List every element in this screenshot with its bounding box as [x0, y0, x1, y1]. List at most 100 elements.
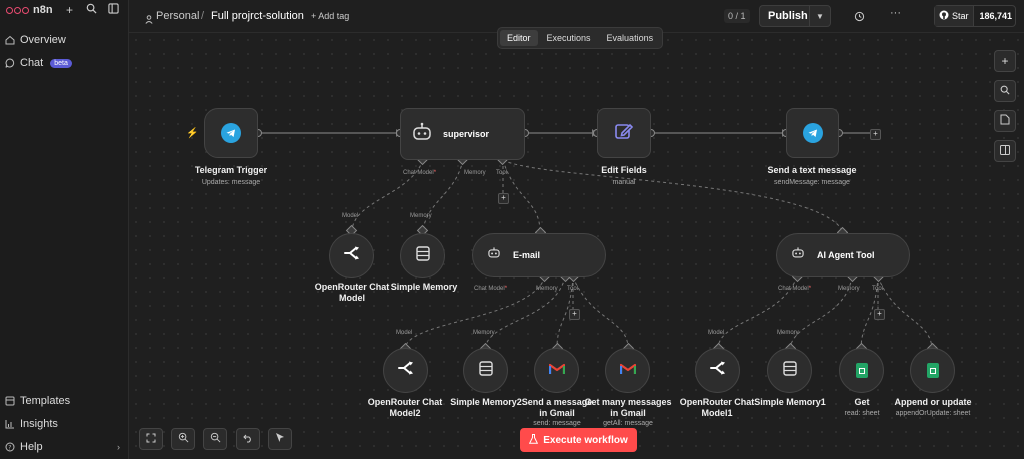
- sticky-note-button[interactable]: [994, 110, 1016, 132]
- tab-editor[interactable]: Editor: [500, 30, 538, 46]
- add-tag-button[interactable]: + Add tag: [311, 11, 349, 21]
- node-get-many-messages-gmail[interactable]: [605, 348, 650, 393]
- robot-icon: [411, 122, 433, 147]
- node-label: Simple Memory: [390, 282, 458, 292]
- node-label: E-mail: [513, 250, 541, 260]
- node-email-agent[interactable]: E-mail: [472, 233, 606, 277]
- execute-workflow-label: Execute workflow: [543, 434, 628, 446]
- node-simple-memory2[interactable]: [463, 348, 508, 393]
- sidebar-item-label: Chat: [20, 57, 44, 69]
- sidebar-item-help[interactable]: ? Help ›: [4, 441, 124, 453]
- workflow-name[interactable]: Full projrct-solution: [211, 10, 304, 22]
- port-label-memory: Memory: [777, 330, 799, 336]
- more-options-icon[interactable]: ···: [890, 7, 901, 19]
- tab-executions[interactable]: Executions: [540, 30, 598, 46]
- sidebar-item-chat[interactable]: Chat beta: [4, 57, 72, 69]
- collapse-sidebar-icon[interactable]: [108, 3, 119, 17]
- node-label: supervisor: [443, 129, 490, 139]
- version-counter: 0 / 1: [724, 9, 750, 23]
- node-label: Simple Memory2: [450, 397, 522, 407]
- panel-icon: [1000, 144, 1010, 158]
- database-icon: [782, 360, 797, 381]
- node-telegram-trigger[interactable]: [204, 108, 258, 158]
- node-simple-memory[interactable]: [400, 233, 445, 278]
- node-append-or-update[interactable]: [910, 348, 955, 393]
- node-edit-fields[interactable]: [597, 108, 651, 158]
- home-icon: [4, 35, 15, 46]
- add-tool-button[interactable]: +: [498, 193, 509, 204]
- zoom-out-button[interactable]: [203, 428, 227, 450]
- node-send-message-gmail[interactable]: [534, 348, 579, 393]
- github-star-count: 186,741: [979, 11, 1013, 21]
- history-icon[interactable]: [854, 9, 865, 27]
- tidy-up-button[interactable]: [268, 428, 292, 450]
- tab-evaluations[interactable]: Evaluations: [600, 30, 661, 46]
- zoom-in-icon: [178, 432, 189, 446]
- execute-workflow-button[interactable]: Execute workflow: [520, 428, 637, 452]
- port-label-memory: Memory: [536, 286, 558, 292]
- sidebar-item-label: Help: [20, 441, 43, 453]
- robot-icon: [791, 246, 805, 264]
- sidebar-item-templates[interactable]: Templates: [4, 395, 70, 407]
- add-tool-button[interactable]: +: [569, 309, 580, 320]
- telegram-icon: [221, 123, 241, 143]
- node-openrouter-chat-model[interactable]: [329, 233, 374, 278]
- node-supervisor[interactable]: supervisor: [400, 108, 525, 160]
- fit-view-icon: [146, 433, 156, 446]
- publish-button[interactable]: Publish ▼: [759, 5, 831, 27]
- node-label: Simple Memory1: [754, 397, 826, 407]
- zoom-in-button[interactable]: [171, 428, 195, 450]
- gmail-icon: [619, 362, 636, 380]
- port-label-memory: Memory: [464, 170, 486, 176]
- search-icon: [1000, 84, 1010, 98]
- database-icon: [415, 245, 430, 266]
- chevron-right-icon: ›: [117, 442, 120, 452]
- node-simple-memory1[interactable]: [767, 348, 812, 393]
- port-label-chat-model: Chat Model*: [474, 286, 508, 292]
- chevron-down-icon[interactable]: ▼: [809, 6, 830, 26]
- beta-badge: beta: [50, 58, 72, 68]
- database-icon: [478, 360, 493, 381]
- search-nodes-button[interactable]: [994, 80, 1016, 102]
- breadcrumb-project[interactable]: Personal: [156, 10, 199, 22]
- reset-zoom-button[interactable]: [236, 428, 260, 450]
- node-subtitle: Updates: message: [201, 179, 261, 186]
- sidebar-item-insights[interactable]: Insights: [4, 418, 58, 430]
- n8n-logo[interactable]: n8n: [6, 4, 53, 16]
- zoom-out-icon: [210, 432, 221, 446]
- undo-icon: [243, 433, 253, 446]
- fit-view-button[interactable]: [139, 428, 163, 450]
- search-icon[interactable]: [86, 3, 97, 17]
- sidebar: n8n + Overview Chat beta Templates Insig…: [0, 0, 129, 459]
- port-label-memory: Memory: [410, 213, 432, 219]
- node-openrouter-chat-model1[interactable]: [695, 348, 740, 393]
- breadcrumb-separator: /: [201, 10, 205, 22]
- node-subtitle: appendOrUpdate: sheet: [895, 410, 971, 417]
- port-label-chat-model: Chat Model*: [778, 286, 812, 292]
- plus-icon[interactable]: +: [66, 3, 73, 17]
- node-openrouter-chat-model2[interactable]: [383, 348, 428, 393]
- node-ai-agent-tool[interactable]: AI Agent Tool: [776, 233, 910, 277]
- google-sheets-icon: [855, 363, 868, 378]
- app-name: n8n: [33, 4, 53, 16]
- port-label-model: Model: [708, 330, 725, 336]
- publish-label: Publish: [768, 10, 808, 22]
- wand-icon: [275, 432, 286, 446]
- node-label: Edit Fields: [601, 165, 647, 175]
- sidebar-item-overview[interactable]: Overview: [4, 34, 66, 46]
- sidebar-item-label: Insights: [20, 418, 58, 430]
- toggle-panel-button[interactable]: [994, 140, 1016, 162]
- add-node-panel-button[interactable]: +: [994, 50, 1016, 72]
- node-label: Append or update: [894, 397, 972, 407]
- add-node-button[interactable]: +: [870, 129, 881, 140]
- templates-icon: [4, 396, 15, 407]
- sidebar-item-label: Overview: [20, 34, 66, 46]
- node-send-text-message[interactable]: [786, 108, 839, 158]
- github-star-label: Star: [952, 11, 969, 21]
- github-star-button[interactable]: Star 186,741: [934, 5, 1016, 27]
- add-tool-button[interactable]: +: [874, 309, 885, 320]
- port-label-memory: Memory: [473, 330, 495, 336]
- port-label-model: Model: [396, 330, 413, 336]
- node-get-sheet[interactable]: [839, 348, 884, 393]
- node-label: Send a text message: [767, 165, 857, 175]
